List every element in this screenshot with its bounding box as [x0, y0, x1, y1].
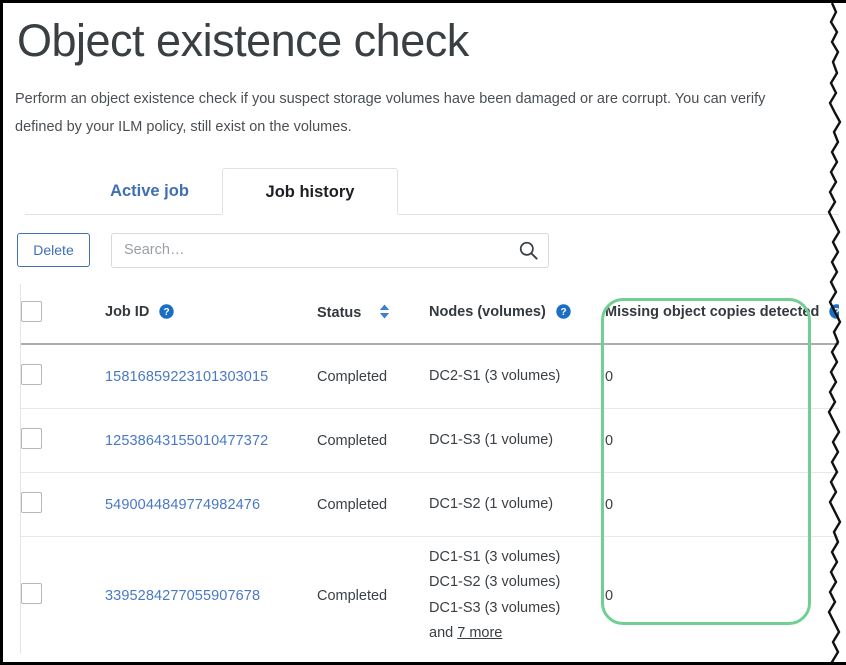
cell-status: Completed [317, 537, 429, 655]
page-description-line-2: defined by your ILM policy, still exist … [15, 113, 846, 141]
header-nodes: Nodes (volumes) ? [429, 284, 605, 344]
help-icon-job-id[interactable]: ? [159, 304, 174, 323]
svg-text:?: ? [164, 307, 170, 318]
page-description-line-1: Perform an object existence check if you… [15, 91, 765, 107]
table-toolbar: Delete [17, 232, 846, 268]
help-icon-missing-object-copies[interactable]: ? [829, 304, 844, 323]
row-select-cell [21, 344, 105, 409]
header-status: Status [317, 284, 429, 344]
header-missing-label: Missing object copies detected [605, 304, 819, 320]
row-checkbox[interactable] [21, 428, 42, 449]
nodes-line: DC1-S3 (3 volumes) [429, 596, 605, 622]
nodes-line: DC1-S2 (1 volume) [429, 492, 605, 518]
row-checkbox[interactable] [21, 364, 42, 385]
job-history-table-wrap: Job ID ? Status [20, 284, 846, 654]
cell-status: Completed [317, 409, 429, 473]
svg-text:?: ? [834, 307, 840, 318]
cell-missing-object-copies: 0 [605, 344, 846, 409]
help-icon-nodes[interactable]: ? [556, 304, 571, 323]
header-missing-object-copies: Missing object copies detected ? [605, 284, 846, 344]
nodes-line: DC1-S2 (3 volumes) [429, 570, 605, 596]
cell-missing-object-copies: 0 [605, 473, 846, 537]
object-existence-check-page: Object existence check Perform an object… [3, 3, 846, 665]
search-input[interactable] [111, 233, 549, 268]
cell-job-id: 3395284277055907678 [105, 537, 317, 655]
row-select-cell [21, 473, 105, 537]
tab-job-history[interactable]: Job history [222, 168, 398, 215]
select-all-checkbox[interactable] [21, 301, 42, 322]
cell-nodes: DC1-S3 (1 volume) [429, 409, 605, 473]
tab-active-job[interactable]: Active job [77, 168, 222, 215]
cell-missing-object-copies: 0 [605, 537, 846, 655]
cell-nodes: DC1-S2 (1 volume) [429, 473, 605, 537]
table-header: Job ID ? Status [21, 284, 846, 344]
header-select-all [21, 284, 105, 344]
row-checkbox[interactable] [21, 492, 42, 513]
header-nodes-label: Nodes (volumes) [429, 304, 546, 320]
cell-missing-object-copies: 0 [605, 409, 846, 473]
search-box [111, 233, 549, 268]
table-body: 15816859223101303015 Completed DC2-S1 (3… [21, 344, 846, 654]
nodes-list: DC1-S1 (3 volumes) DC1-S2 (3 volumes) DC… [429, 545, 605, 647]
cell-job-id: 12538643155010477372 [105, 409, 317, 473]
page-description: Perform an object existence check if you… [15, 85, 846, 141]
nodes-more-link[interactable]: 7 more [457, 625, 502, 641]
job-history-table: Job ID ? Status [21, 284, 846, 654]
screenshot-root: Object existence check Perform an object… [0, 0, 846, 665]
svg-text:?: ? [560, 307, 566, 318]
cell-status: Completed [317, 473, 429, 537]
nodes-more-prefix: and [429, 625, 457, 641]
sort-icon-status[interactable] [379, 304, 390, 323]
job-id-link[interactable]: 12538643155010477372 [105, 433, 268, 449]
table-header-row: Job ID ? Status [21, 284, 846, 344]
cell-nodes: DC1-S1 (3 volumes) DC1-S2 (3 volumes) DC… [429, 537, 605, 655]
cell-job-id: 5490044849774982476 [105, 473, 317, 537]
header-job-id-label: Job ID [105, 304, 149, 320]
job-id-link[interactable]: 3395284277055907678 [105, 588, 260, 604]
row-select-cell [21, 537, 105, 655]
job-id-link[interactable]: 5490044849774982476 [105, 497, 260, 513]
nodes-line: DC1-S1 (3 volumes) [429, 545, 605, 571]
nodes-line: DC1-S3 (1 volume) [429, 428, 605, 454]
nodes-more-row: and 7 more [429, 621, 605, 647]
job-id-link[interactable]: 15816859223101303015 [105, 369, 268, 385]
table-row: 3395284277055907678 Completed DC1-S1 (3 … [21, 537, 846, 655]
table-row: 15816859223101303015 Completed DC2-S1 (3… [21, 344, 846, 409]
cell-nodes: DC2-S1 (3 volumes) [429, 344, 605, 409]
row-select-cell [21, 409, 105, 473]
table-row: 12538643155010477372 Completed DC1-S3 (1… [21, 409, 846, 473]
cell-status: Completed [317, 344, 429, 409]
page-title: Object existence check [17, 9, 846, 73]
cell-job-id: 15816859223101303015 [105, 344, 317, 409]
tab-bar: Active job Job history [21, 167, 841, 215]
header-status-label: Status [317, 305, 361, 321]
header-job-id: Job ID ? [105, 284, 317, 344]
row-checkbox[interactable] [21, 583, 42, 604]
table-row: 5490044849774982476 Completed DC1-S2 (1 … [21, 473, 846, 537]
delete-button[interactable]: Delete [17, 233, 90, 267]
nodes-line: DC2-S1 (3 volumes) [429, 364, 605, 390]
